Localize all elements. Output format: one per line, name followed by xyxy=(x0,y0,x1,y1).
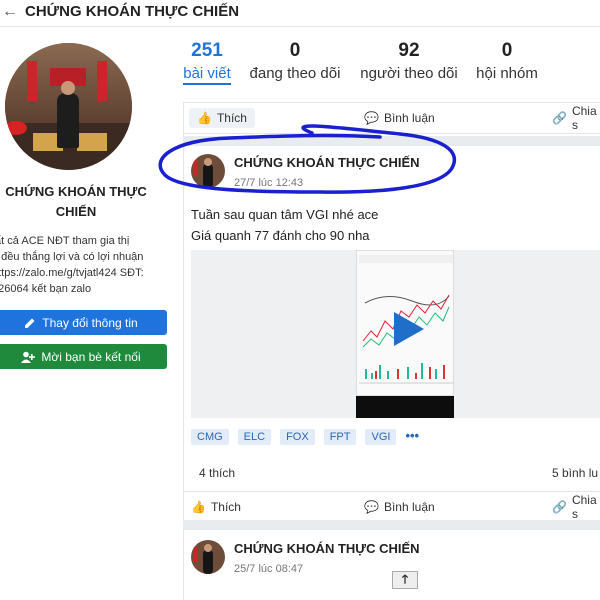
stat-following[interactable]: 0 đang theo dõi xyxy=(246,40,344,82)
comment-icon: 💬 xyxy=(364,111,379,125)
stat-posts[interactable]: 251 bài viết xyxy=(183,40,231,85)
post-media xyxy=(191,250,600,418)
post-menu-icon[interactable]: ⋮ xyxy=(594,154,600,171)
stat-posts-label: bài viết xyxy=(183,65,231,85)
pencil-icon xyxy=(25,318,35,328)
page-title: CHỨNG KHOÁN THỰC CHIẾN xyxy=(25,3,240,20)
more-tags-icon[interactable]: ••• xyxy=(405,429,419,445)
play-icon[interactable] xyxy=(390,312,424,346)
post-time[interactable]: 25/7 lúc 08:47 xyxy=(234,563,303,575)
post-author-avatar[interactable] xyxy=(191,154,225,188)
stock-tag[interactable]: FPT xyxy=(323,429,357,445)
like-count[interactable]: 4 thích xyxy=(199,466,235,480)
post-author-avatar[interactable] xyxy=(191,540,225,574)
profile-name: CHỨNG KHOÁN THỰC CHIẾN xyxy=(0,182,166,222)
post-separator xyxy=(183,520,600,530)
like-button[interactable]: 👍 Thích xyxy=(191,500,241,514)
stock-tag[interactable]: FOX xyxy=(280,429,315,445)
post-separator xyxy=(183,136,600,146)
like-label: Thích xyxy=(216,111,247,125)
like-label: Thích xyxy=(210,500,241,514)
bio-line: g đều thắng lợi và có lợi nhuận xyxy=(0,251,144,263)
stat-groups[interactable]: 0 hội nhóm xyxy=(473,40,541,82)
post-author-name[interactable]: CHỨNG KHOÁN THỰC CHIẾN xyxy=(234,541,420,556)
bio-line: 326064 kết bạn zalo xyxy=(0,283,92,295)
post-video[interactable] xyxy=(356,250,454,418)
share-label: Chia s xyxy=(571,104,597,132)
stat-following-count: 0 xyxy=(289,40,301,61)
edit-info-label: Thay đổi thông tin xyxy=(42,315,138,330)
share-icon: 🔗 xyxy=(552,111,567,125)
stat-posts-count: 251 xyxy=(191,40,223,61)
top-bar: ← CHỨNG KHOÁN THỰC CHIẾN xyxy=(0,0,600,27)
thumbs-up-icon: 👍 xyxy=(197,111,212,125)
comment-label: Bình luận xyxy=(383,500,435,514)
bio-line: tất cả ACE NĐT tham gia thị xyxy=(0,235,130,247)
invite-friends-button[interactable]: Mời bạn bè kết nối xyxy=(0,344,167,369)
post-header: CHỨNG KHOÁN THỰC CHIẾN 27/7 lúc 12:43 ⋮ xyxy=(184,146,600,196)
share-button[interactable]: 🔗 Chia s xyxy=(552,493,600,521)
stat-followers-label: người theo dõi xyxy=(360,65,458,82)
stat-following-label: đang theo dõi xyxy=(249,65,341,82)
arrow-up-icon: 🡑 xyxy=(401,571,409,586)
comment-button[interactable]: 💬 Bình luận xyxy=(364,111,435,125)
post-body: Tuần sau quan tâm VGI nhé ace Giá quanh … xyxy=(191,204,378,246)
add-user-icon xyxy=(21,351,36,363)
invite-friends-label: Mời bạn bè kết nối xyxy=(41,349,141,364)
profile-stats: 251 bài viết 0 đang theo dõi 92 người th… xyxy=(183,40,600,100)
bio-line: https://zalo.me/g/tvjatl424 SĐT: xyxy=(0,267,144,279)
comment-button[interactable]: 💬 Bình luận xyxy=(364,500,435,514)
comment-icon: 💬 xyxy=(364,500,379,514)
stat-followers[interactable]: 92 người theo dõi xyxy=(355,40,463,82)
stat-groups-label: hội nhóm xyxy=(476,65,538,82)
comment-label: Bình luận xyxy=(383,111,435,125)
post-card: CHỨNG KHOÁN THỰC CHIẾN 27/7 lúc 12:43 ⋮ … xyxy=(183,146,600,523)
share-label: Chia s xyxy=(571,493,597,521)
post-text-line: Tuần sau quan tâm VGI nhé ace xyxy=(191,207,379,222)
stock-tags: CMG ELC FOX FPT VGI ••• xyxy=(191,429,419,445)
back-arrow-icon[interactable]: ← xyxy=(2,3,18,21)
edit-info-button[interactable]: Thay đổi thông tin xyxy=(0,310,167,335)
profile-name-line2: CHIẾN xyxy=(55,204,97,219)
post-text-line: Giá quanh 77 đánh cho 90 nha xyxy=(191,228,370,243)
post-author-name[interactable]: CHỨNG KHOÁN THỰC CHIẾN xyxy=(234,155,420,170)
comment-count[interactable]: 5 bình lu xyxy=(552,466,598,480)
share-button[interactable]: 🔗 Chia s xyxy=(552,104,600,132)
stat-followers-count: 92 xyxy=(398,40,420,61)
stock-tag[interactable]: CMG xyxy=(191,429,229,445)
stock-tag[interactable]: ELC xyxy=(237,429,272,445)
share-icon: 🔗 xyxy=(552,500,567,514)
profile-avatar[interactable] xyxy=(5,43,132,170)
scroll-to-top-button[interactable]: 🡑 xyxy=(392,571,418,589)
main-content: 251 bài viết 0 đang theo dõi 92 người th… xyxy=(183,28,600,600)
stock-tag[interactable]: VGI xyxy=(365,429,397,445)
like-button[interactable]: 👍 Thích xyxy=(189,108,255,128)
post-time[interactable]: 27/7 lúc 12:43 xyxy=(234,177,303,189)
thumbs-up-icon: 👍 xyxy=(191,500,206,514)
post-actions: 👍 Thích 💬 Bình luận 🔗 Chia s xyxy=(184,491,600,523)
profile-bio: tất cả ACE NĐT tham gia thị g đều thắng … xyxy=(0,233,168,297)
profile-name-line1: CHỨNG KHOÁN THỰC xyxy=(5,184,147,199)
profile-sidebar: CHỨNG KHOÁN THỰC CHIẾN tất cả ACE NĐT th… xyxy=(0,28,180,600)
post-card: CHỨNG KHOÁN THỰC CHIẾN 25/7 lúc 08:47 xyxy=(183,530,600,600)
prev-post-actions: 👍 Thích 💬 Bình luận 🔗 Chia s xyxy=(183,102,600,136)
stat-groups-count: 0 xyxy=(501,40,513,61)
